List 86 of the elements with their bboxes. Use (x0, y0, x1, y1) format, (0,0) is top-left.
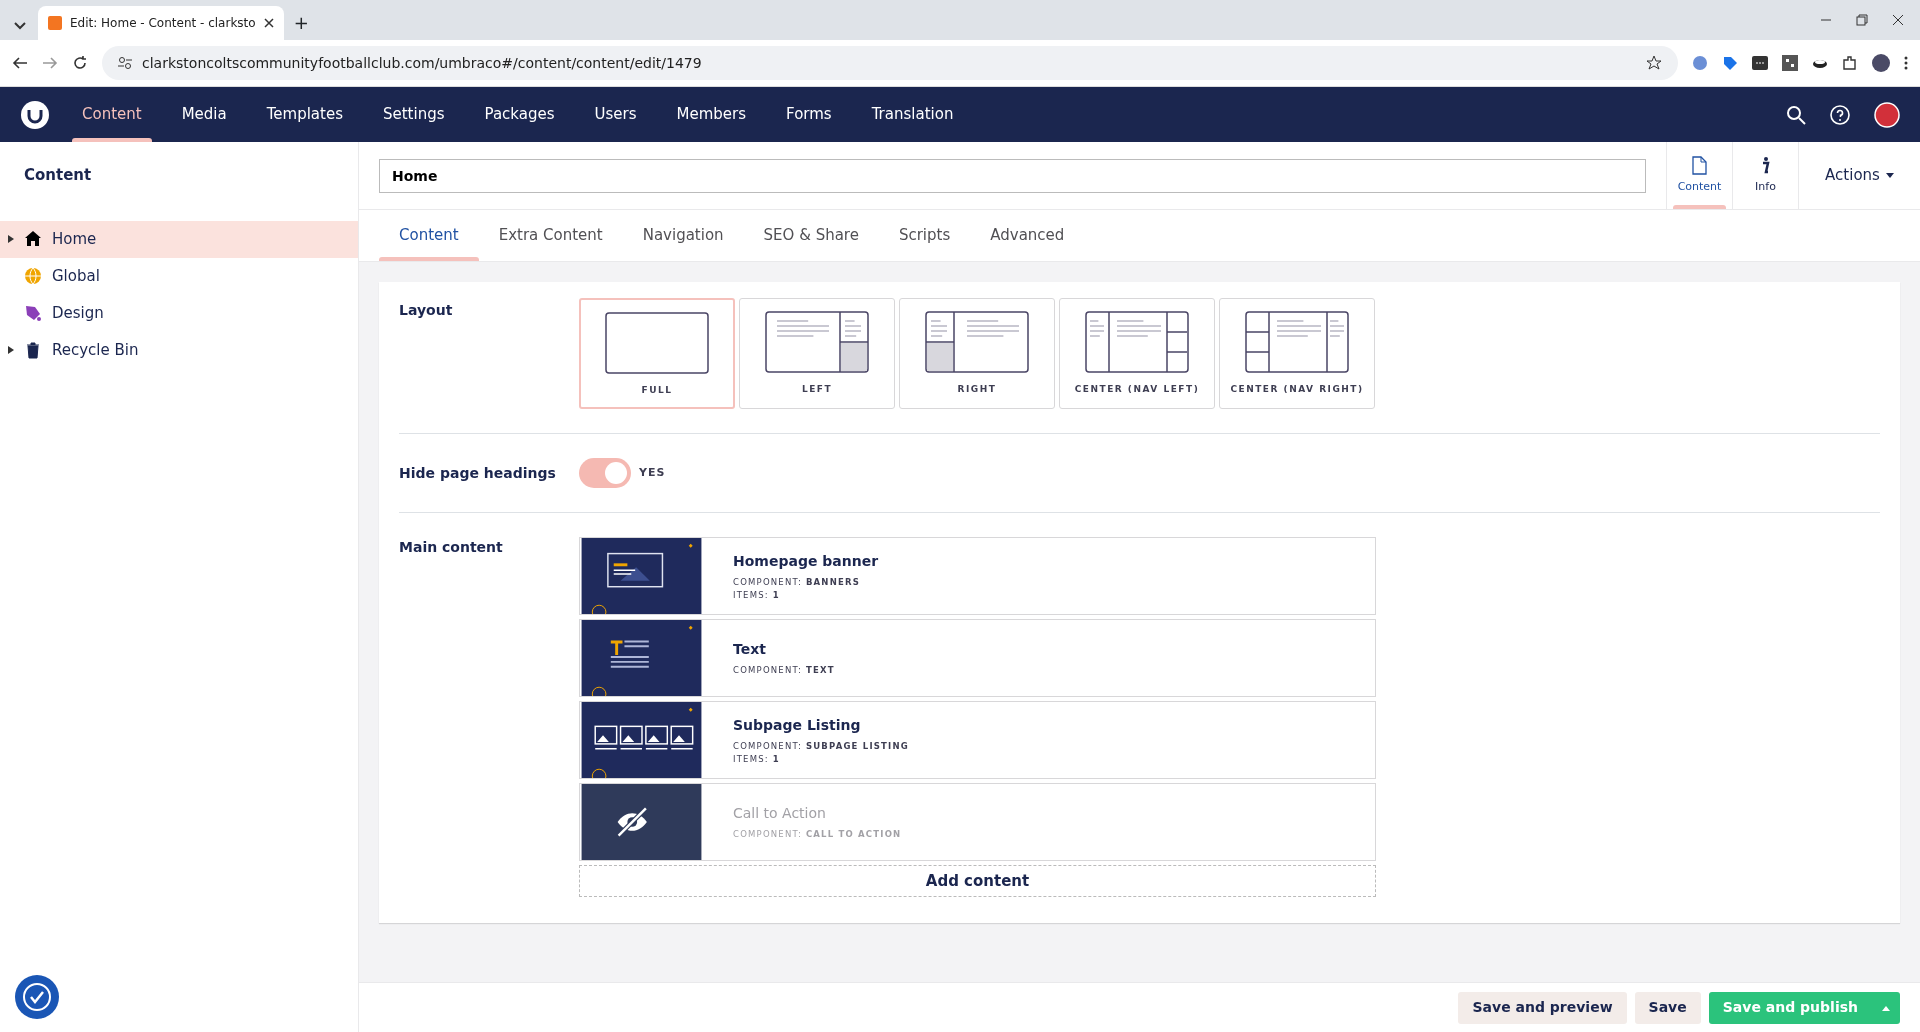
new-tab-button[interactable]: + (289, 9, 313, 36)
help-icon[interactable] (1830, 104, 1850, 125)
toggle-switch[interactable] (579, 458, 631, 488)
bin-icon (24, 341, 42, 359)
umbraco-logo-icon[interactable] (20, 99, 50, 130)
browser-tab[interactable]: Edit: Home - Content - clarksto (38, 6, 284, 40)
close-icon[interactable] (1892, 14, 1904, 26)
user-avatar-icon[interactable] (1874, 101, 1900, 128)
section-tab[interactable]: Users (574, 87, 657, 142)
block-meta: ITEMS: 1 (733, 752, 781, 766)
property-label: Hide page headings (399, 463, 557, 483)
layout-option[interactable]: RIGHT (899, 298, 1055, 409)
site-settings-icon (118, 56, 132, 70)
section-tab[interactable]: Members (656, 87, 767, 142)
layout-option[interactable]: CENTER (NAV RIGHT) (1219, 298, 1375, 409)
property-label: Layout (399, 301, 454, 320)
block-title: Call to Action (733, 804, 827, 824)
editor-tab[interactable]: Advanced (970, 210, 1085, 261)
layout-option[interactable]: CENTER (NAV LEFT) (1059, 298, 1215, 409)
save-button[interactable]: Save and preview (1458, 991, 1627, 1024)
sidebar-title: Content (23, 165, 93, 186)
tree-item[interactable]: Home (0, 220, 358, 258)
caret-icon (1885, 173, 1894, 178)
editor-tab[interactable]: Navigation (622, 210, 744, 261)
address-bar[interactable]: clarkstoncoltscommunityfootballclub.com/umbraco#/content/content/edit/1479 (102, 46, 1678, 80)
property-label: Main content (399, 538, 504, 557)
editor-tab[interactable]: SEO & Share (743, 210, 879, 261)
more-icon[interactable] (1904, 55, 1908, 71)
document-icon (1691, 155, 1708, 175)
section-tab[interactable]: Packages (464, 87, 575, 142)
layout-option[interactable]: FULL (579, 298, 735, 409)
caret-icon (1882, 1005, 1890, 1011)
tab-title: Edit: Home - Content - clarksto (70, 15, 256, 32)
block-title: Homepage banner (733, 551, 879, 571)
toggle-value: YES (639, 464, 666, 481)
block-meta: COMPONENT: TEXT (733, 664, 835, 677)
block-title: Subpage Listing (733, 715, 862, 735)
layout-option[interactable]: LEFT (739, 298, 895, 409)
home-icon (24, 230, 42, 248)
search-icon[interactable] (1786, 104, 1806, 125)
help-widget-icon[interactable] (14, 974, 60, 1020)
block-meta: ITEMS: 1 (733, 588, 781, 602)
section-tab[interactable]: Templates (246, 87, 363, 142)
block-title: Text (733, 640, 767, 660)
tree-item-label: Design (52, 302, 104, 324)
content-block-card[interactable]: Text COMPONENT: TEXT (579, 619, 1376, 697)
editor-tab[interactable]: Extra Content (478, 210, 623, 261)
tree-item[interactable]: Global (0, 257, 358, 295)
content-app-tab[interactable]: Info (1732, 142, 1798, 209)
expand-caret-icon[interactable] (8, 346, 14, 354)
expand-caret-icon[interactable] (8, 235, 14, 243)
close-icon[interactable] (263, 18, 274, 28)
profile-avatar-icon[interactable] (1872, 54, 1890, 72)
restore-icon[interactable] (1856, 14, 1868, 26)
block-meta: COMPONENT: BANNERS (733, 575, 862, 589)
tree-item[interactable]: Design (0, 294, 358, 332)
content-block-card[interactable]: Subpage Listing COMPONENT: SUBPAGE LISTING ITEMS: 1 (579, 701, 1376, 779)
tree-item-label: Recycle Bin (52, 339, 139, 361)
globe-icon (24, 267, 42, 285)
section-tab[interactable]: Settings (363, 87, 465, 142)
tree-item-label: Global (52, 265, 100, 287)
add-content-button[interactable]: Add content (579, 865, 1376, 897)
reload-icon[interactable] (72, 55, 88, 71)
favicon-icon (48, 16, 62, 30)
section-tab[interactable]: Translation (851, 87, 974, 142)
paint-icon (24, 304, 42, 322)
tree-item[interactable]: Recycle Bin (0, 331, 358, 369)
save-button[interactable]: Save (1634, 991, 1701, 1024)
block-meta: COMPONENT: CALL TO ACTION (733, 828, 902, 841)
url-text: clarkstoncoltscommunityfootballclub.com/umbraco#/content/content/edit/1479 (142, 53, 703, 73)
tree-item-label: Home (52, 228, 97, 250)
password-icon[interactable] (1752, 55, 1768, 71)
section-tab[interactable]: Media (161, 87, 247, 142)
tag-icon[interactable] (1722, 55, 1738, 71)
block-meta: COMPONENT: SUBPAGE LISTING (733, 739, 909, 753)
content-block-card[interactable]: Homepage banner COMPONENT: BANNERS ITEMS: 1 (579, 537, 1376, 615)
editor-tab[interactable]: Scripts (878, 210, 971, 261)
star-icon[interactable] (1646, 55, 1662, 71)
section-tab[interactable]: Content (62, 87, 162, 142)
forward-icon[interactable] (42, 55, 58, 71)
name-field[interactable]: Home (379, 158, 1646, 193)
back-icon[interactable] (12, 55, 28, 71)
section-tab[interactable]: Forms (766, 87, 852, 142)
actions-button[interactable]: Actions (1798, 142, 1920, 209)
content-app-tab[interactable]: Content (1666, 142, 1732, 209)
editor-tab[interactable]: Content (379, 210, 479, 261)
